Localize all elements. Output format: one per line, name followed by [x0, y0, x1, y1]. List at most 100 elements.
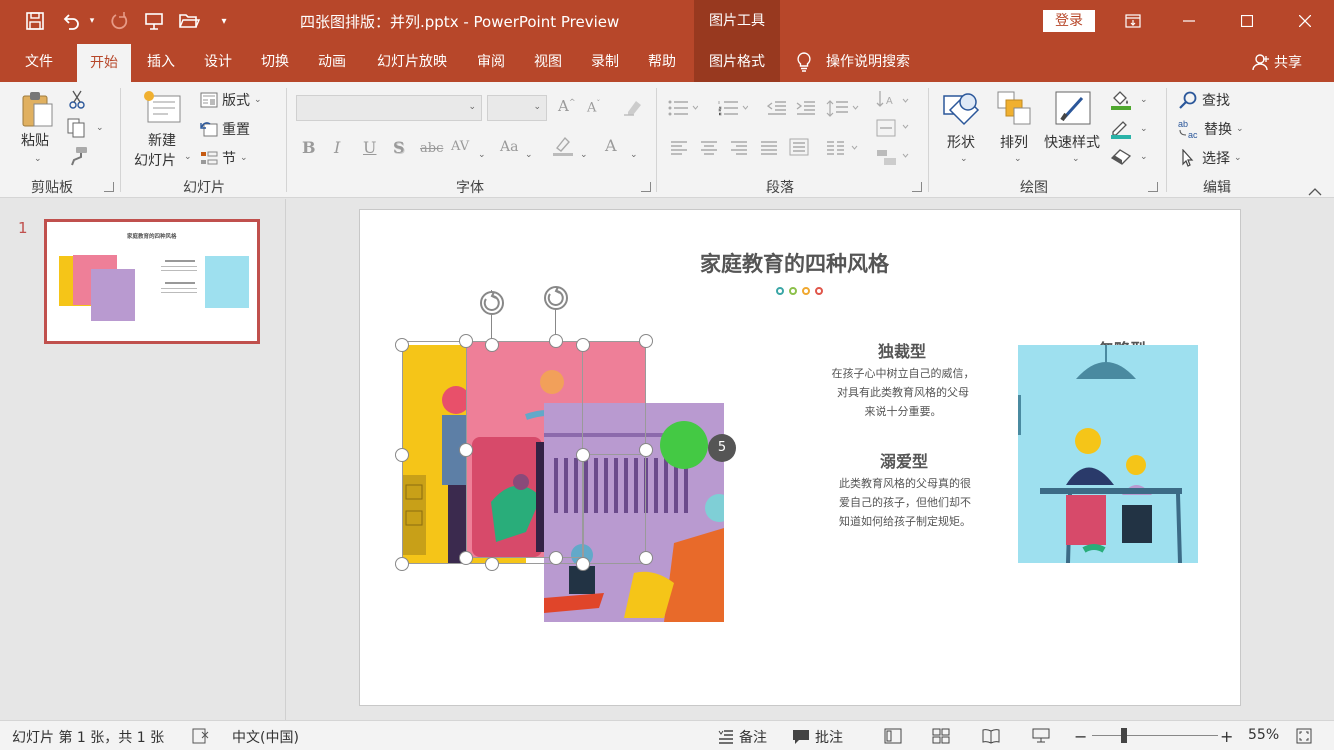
- copy-button[interactable]: ⌄: [66, 118, 104, 138]
- tab-help[interactable]: 帮助: [637, 42, 687, 82]
- minimize-icon[interactable]: [1166, 5, 1212, 37]
- rotate-handle-icon[interactable]: [477, 288, 507, 322]
- close-icon[interactable]: [1282, 5, 1328, 37]
- share-button[interactable]: 共享: [1252, 42, 1302, 82]
- change-case-button[interactable]: Aa: [500, 139, 518, 155]
- customize-toolbar-icon[interactable]: ▾: [214, 8, 234, 34]
- style-description-authoritarian[interactable]: 在孩子心中树立自己的威信， 对具有此类教育风格的父母 来说十分重要。: [823, 364, 983, 421]
- shapes-button[interactable]: 形状 ⌄: [940, 90, 986, 176]
- slide-info[interactable]: 幻灯片 第 1 张，共 1 张: [12, 727, 164, 747]
- zoom-slider-thumb[interactable]: [1121, 728, 1127, 743]
- resize-handle[interactable]: [459, 551, 473, 565]
- font-color-dropdown-icon[interactable]: ⌄: [630, 142, 638, 161]
- resize-handle[interactable]: [459, 334, 473, 348]
- align-text-icon[interactable]: [876, 119, 910, 141]
- picture-neglectful[interactable]: [544, 403, 724, 622]
- tab-animations[interactable]: 动画: [307, 42, 357, 82]
- find-button[interactable]: 查找: [1178, 90, 1230, 110]
- distributed-icon[interactable]: [789, 138, 809, 160]
- clipboard-launcher-icon[interactable]: [104, 182, 114, 192]
- paste-dropdown-icon[interactable]: ⌄: [34, 154, 42, 164]
- justify-icon[interactable]: [760, 140, 778, 159]
- increase-indent-icon[interactable]: [796, 100, 816, 120]
- ribbon-display-icon[interactable]: [1110, 5, 1156, 37]
- quick-styles-button[interactable]: 快速样式 ⌄: [1044, 90, 1106, 176]
- paragraph-launcher-icon[interactable]: [912, 182, 922, 192]
- save-icon[interactable]: [22, 8, 48, 34]
- change-case-dropdown-icon[interactable]: ⌄: [525, 142, 533, 161]
- shape-outline-button[interactable]: ⌄: [1110, 119, 1148, 139]
- resize-handle[interactable]: [639, 334, 653, 348]
- resize-handle[interactable]: [549, 334, 563, 348]
- resize-handle[interactable]: [395, 448, 409, 462]
- resize-handle[interactable]: [549, 551, 563, 565]
- accessibility-icon[interactable]: [192, 728, 210, 744]
- decrease-font-icon[interactable]: Aˇ: [587, 99, 600, 115]
- zoom-slider[interactable]: [1092, 735, 1218, 736]
- shape-fill-button[interactable]: ⌄: [1110, 90, 1148, 110]
- line-spacing-icon[interactable]: [826, 100, 860, 122]
- numbering-icon[interactable]: [718, 100, 749, 120]
- layout-button[interactable]: 版式 ⌄: [200, 90, 262, 110]
- comments-button[interactable]: 批注: [792, 727, 843, 747]
- bold-button[interactable]: B: [302, 138, 316, 157]
- rotate-handle-icon[interactable]: [541, 283, 571, 317]
- tab-home[interactable]: 开始: [77, 44, 131, 82]
- char-spacing-button[interactable]: AV: [451, 139, 469, 154]
- picture-democratic[interactable]: [1018, 345, 1198, 563]
- align-left-icon[interactable]: [670, 140, 688, 159]
- resize-handle[interactable]: [576, 338, 590, 352]
- zoom-out-button[interactable]: −: [1074, 727, 1087, 746]
- arrange-button[interactable]: 排列 ⌄: [996, 90, 1036, 176]
- font-size-select[interactable]: ⌄: [487, 95, 547, 121]
- select-button[interactable]: 选择 ⌄: [1178, 148, 1242, 168]
- slideshow-view-icon[interactable]: [1032, 728, 1050, 744]
- undo-icon[interactable]: [58, 8, 84, 34]
- slide-thumbnail[interactable]: 家庭教育的四种风格: [44, 219, 260, 344]
- resize-handle[interactable]: [485, 338, 499, 352]
- columns-icon[interactable]: [826, 140, 860, 159]
- reading-view-icon[interactable]: [982, 728, 1000, 744]
- font-name-select[interactable]: ⌄: [296, 95, 482, 121]
- resize-handle[interactable]: [395, 338, 409, 352]
- cut-icon[interactable]: [68, 90, 86, 114]
- text-direction-icon[interactable]: A: [876, 90, 910, 116]
- reset-button[interactable]: 重置: [200, 119, 250, 139]
- tab-review[interactable]: 审阅: [466, 42, 516, 82]
- tab-transitions[interactable]: 切换: [250, 42, 300, 82]
- italic-button[interactable]: I: [334, 138, 340, 157]
- align-right-icon[interactable]: [730, 140, 748, 159]
- tell-me-search[interactable]: 操作说明搜索: [796, 42, 926, 82]
- underline-button[interactable]: U: [363, 138, 376, 157]
- redo-icon[interactable]: [106, 8, 132, 34]
- shape-effects-button[interactable]: ⌄: [1110, 148, 1148, 166]
- resize-handle[interactable]: [395, 557, 409, 571]
- tab-design[interactable]: 设计: [193, 42, 243, 82]
- copy-dropdown-icon[interactable]: ⌄: [96, 123, 104, 133]
- notes-button[interactable]: 备注: [718, 727, 767, 747]
- resize-handle[interactable]: [639, 443, 653, 457]
- normal-view-icon[interactable]: [884, 728, 902, 744]
- slide-sorter-icon[interactable]: [932, 728, 950, 744]
- resize-handle[interactable]: [485, 557, 499, 571]
- increase-font-icon[interactable]: A^: [558, 97, 576, 115]
- shadow-button[interactable]: S: [393, 138, 405, 157]
- font-color-button[interactable]: A: [605, 136, 617, 155]
- tab-slideshow[interactable]: 幻灯片放映: [366, 42, 458, 82]
- zoom-in-button[interactable]: +: [1220, 727, 1233, 746]
- tab-picture-format[interactable]: 图片格式: [694, 42, 780, 82]
- zoom-level[interactable]: 55%: [1248, 727, 1279, 743]
- paste-button[interactable]: 粘贴 ⌄: [20, 90, 56, 164]
- login-button[interactable]: 登录: [1043, 10, 1095, 32]
- present-icon[interactable]: [141, 8, 167, 34]
- font-launcher-icon[interactable]: [641, 182, 651, 192]
- style-heading-indulgent[interactable]: 溺爱型: [880, 448, 928, 472]
- resize-handle[interactable]: [576, 557, 590, 571]
- drawing-launcher-icon[interactable]: [1148, 182, 1158, 192]
- slide-title[interactable]: 家庭教育的四种风格: [700, 248, 889, 278]
- tab-record[interactable]: 录制: [580, 42, 630, 82]
- highlight-icon[interactable]: [552, 135, 574, 161]
- language-status[interactable]: 中文(中国): [232, 727, 299, 747]
- clear-format-icon[interactable]: [622, 98, 642, 120]
- strikethrough-button[interactable]: abc: [420, 141, 443, 156]
